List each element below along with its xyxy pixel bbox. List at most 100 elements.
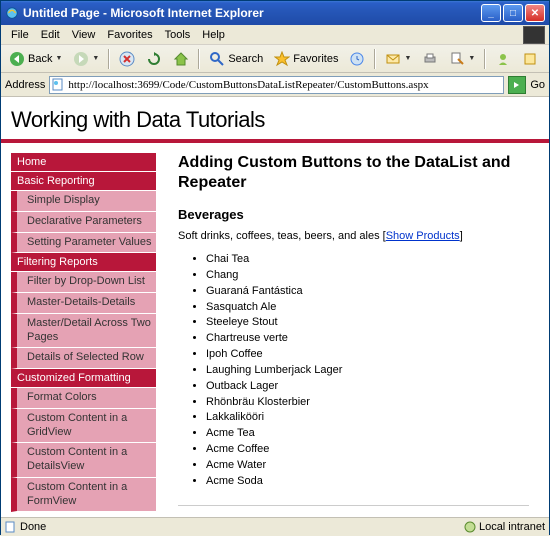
desc-suffix: ]	[460, 230, 463, 242]
nav-header[interactable]: Customized Formatting	[11, 369, 156, 388]
window-titlebar: Untitled Page - Microsoft Internet Explo…	[1, 1, 549, 25]
print-button[interactable]	[418, 48, 442, 70]
status-bar: Done Local intranet	[1, 518, 549, 535]
page-icon	[51, 78, 65, 92]
maximize-button[interactable]: □	[503, 4, 523, 22]
zone-text: Local intranet	[479, 521, 545, 533]
nav-item[interactable]: Simple Display	[11, 191, 156, 212]
list-item: Rhönbräu Klosterbier	[206, 395, 529, 410]
list-item: Acme Water	[206, 458, 529, 473]
close-button[interactable]: ✕	[525, 4, 545, 22]
page-heading: Working with Data Tutorials	[11, 107, 539, 133]
list-item: Chang	[206, 268, 529, 283]
desc-prefix: Soft drinks, coffees, teas, beers, and a…	[178, 230, 386, 242]
menu-tools[interactable]: Tools	[159, 27, 197, 43]
nav-header[interactable]: Filtering Reports	[11, 253, 156, 272]
menu-edit[interactable]: Edit	[35, 27, 66, 43]
nav-item[interactable]: Details of Selected Row	[11, 348, 156, 369]
ie-logo-icon	[5, 6, 19, 20]
back-dropdown-icon[interactable]: ▼	[55, 55, 62, 62]
edit-button[interactable]: ▼	[445, 48, 479, 70]
extra-button-1[interactable]	[491, 48, 515, 70]
status-text: Done	[20, 521, 46, 533]
nav-item[interactable]: Setting Parameter Values	[11, 233, 156, 254]
history-button[interactable]	[345, 48, 369, 70]
zone-icon	[464, 521, 476, 533]
extra-button-3[interactable]	[545, 48, 550, 70]
nav-header[interactable]: Basic Reporting	[11, 172, 156, 191]
page-header: Working with Data Tutorials	[1, 97, 549, 143]
nav-item[interactable]: Declarative Parameters	[11, 212, 156, 233]
show-products-link[interactable]: Show Products	[386, 230, 460, 242]
favorites-button[interactable]: Favorites	[270, 48, 342, 70]
mail-icon	[385, 51, 401, 67]
edit-icon	[449, 51, 465, 67]
product-list: Chai TeaChangGuaraná FantásticaSasquatch…	[206, 252, 529, 489]
address-bar: Address Go	[1, 73, 549, 97]
menu-view[interactable]: View	[66, 27, 102, 43]
list-item: Chartreuse verte	[206, 331, 529, 346]
main-content: Adding Custom Buttons to the DataList an…	[156, 153, 539, 518]
nav-item[interactable]: Custom Content in a FormView	[11, 478, 156, 513]
list-item: Acme Coffee	[206, 442, 529, 457]
forward-button[interactable]: ▼	[69, 48, 103, 70]
extra-button-2[interactable]	[518, 48, 542, 70]
messenger-icon	[495, 51, 511, 67]
history-icon	[349, 51, 365, 67]
toolbar-separator	[108, 49, 110, 69]
home-button[interactable]	[169, 48, 193, 70]
refresh-button[interactable]	[142, 48, 166, 70]
list-item: Lakkalikööri	[206, 410, 529, 425]
go-button[interactable]	[508, 76, 526, 94]
minimize-button[interactable]: _	[481, 4, 501, 22]
mail-button[interactable]: ▼	[381, 48, 415, 70]
go-label: Go	[530, 79, 545, 91]
menu-file[interactable]: File	[5, 27, 35, 43]
content-viewport[interactable]: Working with Data Tutorials HomeBasic Re…	[1, 97, 549, 518]
search-label: Search	[228, 53, 263, 65]
menu-bar: File Edit View Favorites Tools Help	[1, 25, 549, 45]
nav-item[interactable]: Format Colors	[11, 388, 156, 409]
nav-header[interactable]: Home	[11, 153, 156, 172]
list-item: Laughing Lumberjack Lager	[206, 363, 529, 378]
stop-button[interactable]	[115, 48, 139, 70]
forward-icon	[73, 51, 89, 67]
list-item: Outback Lager	[206, 379, 529, 394]
research-icon	[522, 51, 538, 67]
forward-dropdown-icon[interactable]: ▼	[92, 55, 99, 62]
nav-item[interactable]: Custom Content in a DetailsView	[11, 443, 156, 478]
menu-help[interactable]: Help	[196, 27, 231, 43]
toolbar-separator	[198, 49, 200, 69]
address-input[interactable]	[49, 76, 504, 94]
list-item: Chai Tea	[206, 252, 529, 267]
back-button[interactable]: Back ▼	[5, 48, 66, 70]
section-title: Beverages	[178, 207, 529, 222]
nav-item[interactable]: Master-Details-Details	[11, 293, 156, 314]
list-item: Acme Tea	[206, 426, 529, 441]
toolbar-separator	[374, 49, 376, 69]
search-button[interactable]: Search	[205, 48, 267, 70]
sidebar-nav: HomeBasic ReportingSimple DisplayDeclara…	[11, 153, 156, 518]
star-icon	[274, 51, 290, 67]
list-item: Acme Soda	[206, 474, 529, 489]
back-label: Back	[28, 53, 52, 65]
list-item: Ipoh Coffee	[206, 347, 529, 362]
dropdown-icon[interactable]: ▼	[404, 55, 411, 62]
dropdown-icon[interactable]: ▼	[468, 55, 475, 62]
section-description: Soft drinks, coffees, teas, beers, and a…	[178, 230, 529, 242]
back-icon	[9, 51, 25, 67]
search-icon	[209, 51, 225, 67]
address-label: Address	[5, 79, 45, 91]
favorites-label: Favorites	[293, 53, 338, 65]
list-item: Sasquatch Ale	[206, 300, 529, 315]
list-item: Guaraná Fantástica	[206, 284, 529, 299]
nav-item[interactable]: Custom Content in a GridView	[11, 409, 156, 444]
window-title: Untitled Page - Microsoft Internet Explo…	[23, 6, 479, 20]
nav-item[interactable]: Master/Detail Across Two Pages	[11, 314, 156, 349]
stop-icon	[119, 51, 135, 67]
page-icon	[5, 521, 17, 533]
nav-item[interactable]: Filter by Drop-Down List	[11, 272, 156, 293]
home-icon	[173, 51, 189, 67]
list-item: Steeleye Stout	[206, 315, 529, 330]
menu-favorites[interactable]: Favorites	[101, 27, 158, 43]
